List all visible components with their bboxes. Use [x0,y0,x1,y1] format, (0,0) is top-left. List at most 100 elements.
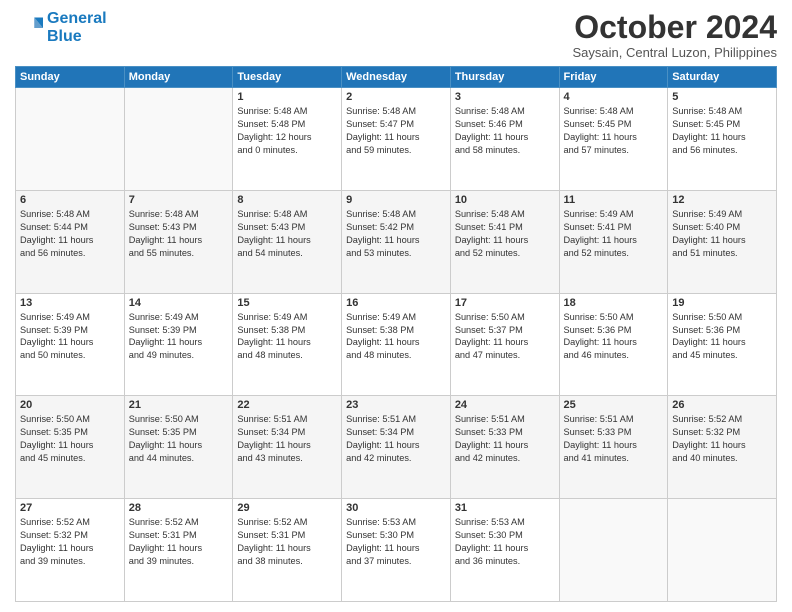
day-detail: Sunrise: 5:48 AM Sunset: 5:44 PM Dayligh… [20,208,120,260]
day-detail: Sunrise: 5:48 AM Sunset: 5:48 PM Dayligh… [237,105,337,157]
calendar-cell: 20 Sunrise: 5:50 AM Sunset: 5:35 PM Dayli… [16,396,125,499]
calendar-header: Sunday Monday Tuesday Wednesday Thursday… [16,67,777,88]
day-number: 30 [346,502,446,514]
day-number: 19 [672,297,772,309]
day-detail: Sunrise: 5:48 AM Sunset: 5:45 PM Dayligh… [564,105,664,157]
calendar-cell: 28 Sunrise: 5:52 AM Sunset: 5:31 PM Dayli… [124,499,233,602]
day-number: 25 [564,399,664,411]
col-thursday: Thursday [450,67,559,88]
day-number: 28 [129,502,229,514]
calendar-body: 1 Sunrise: 5:48 AM Sunset: 5:48 PM Daylig… [16,88,777,602]
calendar-cell: 16Sunrise: 5:49 AM Sunset: 5:38 PM Dayli… [342,293,451,396]
calendar-cell: 23Sunrise: 5:51 AM Sunset: 5:34 PM Dayli… [342,396,451,499]
calendar-week-3: 13 Sunrise: 5:49 AM Sunset: 5:39 PM Dayli… [16,293,777,396]
day-detail: Sunrise: 5:48 AM Sunset: 5:42 PM Dayligh… [346,208,446,260]
calendar-cell: 30 Sunrise: 5:53 AM Sunset: 5:30 PM Dayli… [342,499,451,602]
calendar-week-2: 6 Sunrise: 5:48 AM Sunset: 5:44 PM Daylig… [16,190,777,293]
day-number: 23 [346,399,446,411]
calendar-cell: 15Sunrise: 5:49 AM Sunset: 5:38 PM Dayli… [233,293,342,396]
col-monday: Monday [124,67,233,88]
day-number: 17 [455,297,555,309]
page: General Blue October 2024 Saysain, Centr… [0,0,792,612]
calendar-cell: 13 Sunrise: 5:49 AM Sunset: 5:39 PM Dayli… [16,293,125,396]
col-sunday: Sunday [16,67,125,88]
calendar-cell: 7 Sunrise: 5:48 AM Sunset: 5:43 PM Daylig… [124,190,233,293]
calendar-week-1: 1 Sunrise: 5:48 AM Sunset: 5:48 PM Daylig… [16,88,777,191]
day-number: 3 [455,91,555,103]
calendar-cell: 22 Sunrise: 5:51 AM Sunset: 5:34 PM Dayli… [233,396,342,499]
calendar-cell: 19 Sunrise: 5:50 AM Sunset: 5:36 PM Dayli… [668,293,777,396]
day-number: 7 [129,194,229,206]
day-detail: Sunrise: 5:51 AM Sunset: 5:33 PM Dayligh… [455,413,555,465]
day-number: 22 [237,399,337,411]
day-number: 10 [455,194,555,206]
day-number: 6 [20,194,120,206]
calendar-cell: 18 Sunrise: 5:50 AM Sunset: 5:36 PM Dayli… [559,293,668,396]
day-detail: Sunrise: 5:51 AM Sunset: 5:34 PM Dayligh… [237,413,337,465]
day-number: 1 [237,91,337,103]
day-detail: Sunrise: 5:49 AM Sunset: 5:38 PM Dayligh… [237,311,337,363]
calendar-cell: 5Sunrise: 5:48 AM Sunset: 5:45 PM Daylig… [668,88,777,191]
day-detail: Sunrise: 5:53 AM Sunset: 5:30 PM Dayligh… [346,516,446,568]
day-number: 13 [20,297,120,309]
day-detail: Sunrise: 5:49 AM Sunset: 5:38 PM Dayligh… [346,311,446,363]
calendar-cell: 9 Sunrise: 5:48 AM Sunset: 5:42 PM Daylig… [342,190,451,293]
day-number: 14 [129,297,229,309]
calendar-cell: 26 Sunrise: 5:52 AM Sunset: 5:32 PM Dayli… [668,396,777,499]
calendar-table: Sunday Monday Tuesday Wednesday Thursday… [15,66,777,602]
day-detail: Sunrise: 5:50 AM Sunset: 5:36 PM Dayligh… [564,311,664,363]
day-detail: Sunrise: 5:48 AM Sunset: 5:41 PM Dayligh… [455,208,555,260]
day-number: 27 [20,502,120,514]
day-number: 29 [237,502,337,514]
logo-line2: Blue [47,28,82,45]
day-number: 31 [455,502,555,514]
day-detail: Sunrise: 5:52 AM Sunset: 5:31 PM Dayligh… [237,516,337,568]
day-detail: Sunrise: 5:52 AM Sunset: 5:32 PM Dayligh… [672,413,772,465]
month-title: October 2024 [572,10,777,45]
day-detail: Sunrise: 5:50 AM Sunset: 5:35 PM Dayligh… [20,413,120,465]
header: General Blue October 2024 Saysain, Centr… [15,10,777,60]
col-wednesday: Wednesday [342,67,451,88]
day-detail: Sunrise: 5:51 AM Sunset: 5:33 PM Dayligh… [564,413,664,465]
day-number: 5 [672,91,772,103]
day-detail: Sunrise: 5:48 AM Sunset: 5:43 PM Dayligh… [237,208,337,260]
day-detail: Sunrise: 5:52 AM Sunset: 5:31 PM Dayligh… [129,516,229,568]
calendar-cell: 14Sunrise: 5:49 AM Sunset: 5:39 PM Dayli… [124,293,233,396]
day-number: 8 [237,194,337,206]
day-detail: Sunrise: 5:50 AM Sunset: 5:35 PM Dayligh… [129,413,229,465]
calendar-cell: 29 Sunrise: 5:52 AM Sunset: 5:31 PM Dayli… [233,499,342,602]
calendar-cell: 21 Sunrise: 5:50 AM Sunset: 5:35 PM Dayli… [124,396,233,499]
calendar-cell [668,499,777,602]
day-detail: Sunrise: 5:52 AM Sunset: 5:32 PM Dayligh… [20,516,120,568]
header-row: Sunday Monday Tuesday Wednesday Thursday… [16,67,777,88]
day-detail: Sunrise: 5:48 AM Sunset: 5:46 PM Dayligh… [455,105,555,157]
calendar-cell: 3 Sunrise: 5:48 AM Sunset: 5:46 PM Daylig… [450,88,559,191]
day-number: 26 [672,399,772,411]
calendar-cell: 1 Sunrise: 5:48 AM Sunset: 5:48 PM Daylig… [233,88,342,191]
day-detail: Sunrise: 5:50 AM Sunset: 5:36 PM Dayligh… [672,311,772,363]
col-tuesday: Tuesday [233,67,342,88]
calendar-cell: 6 Sunrise: 5:48 AM Sunset: 5:44 PM Daylig… [16,190,125,293]
day-number: 18 [564,297,664,309]
calendar-cell: 12Sunrise: 5:49 AM Sunset: 5:40 PM Dayli… [668,190,777,293]
calendar-cell: 27 Sunrise: 5:52 AM Sunset: 5:32 PM Dayli… [16,499,125,602]
calendar-cell: 10 Sunrise: 5:48 AM Sunset: 5:41 PM Dayli… [450,190,559,293]
calendar-cell [124,88,233,191]
day-detail: Sunrise: 5:49 AM Sunset: 5:39 PM Dayligh… [20,311,120,363]
day-detail: Sunrise: 5:53 AM Sunset: 5:30 PM Dayligh… [455,516,555,568]
calendar-cell: 11Sunrise: 5:49 AM Sunset: 5:41 PM Dayli… [559,190,668,293]
day-number: 12 [672,194,772,206]
day-number: 11 [564,194,664,206]
logo-icon [15,14,43,42]
day-number: 20 [20,399,120,411]
day-detail: Sunrise: 5:50 AM Sunset: 5:37 PM Dayligh… [455,311,555,363]
location-subtitle: Saysain, Central Luzon, Philippines [572,45,777,60]
day-number: 9 [346,194,446,206]
calendar-cell: 25 Sunrise: 5:51 AM Sunset: 5:33 PM Dayli… [559,396,668,499]
logo-text: General Blue [47,10,107,45]
calendar-cell: 24Sunrise: 5:51 AM Sunset: 5:33 PM Dayli… [450,396,559,499]
col-saturday: Saturday [668,67,777,88]
day-number: 21 [129,399,229,411]
calendar-cell [16,88,125,191]
day-detail: Sunrise: 5:48 AM Sunset: 5:43 PM Dayligh… [129,208,229,260]
